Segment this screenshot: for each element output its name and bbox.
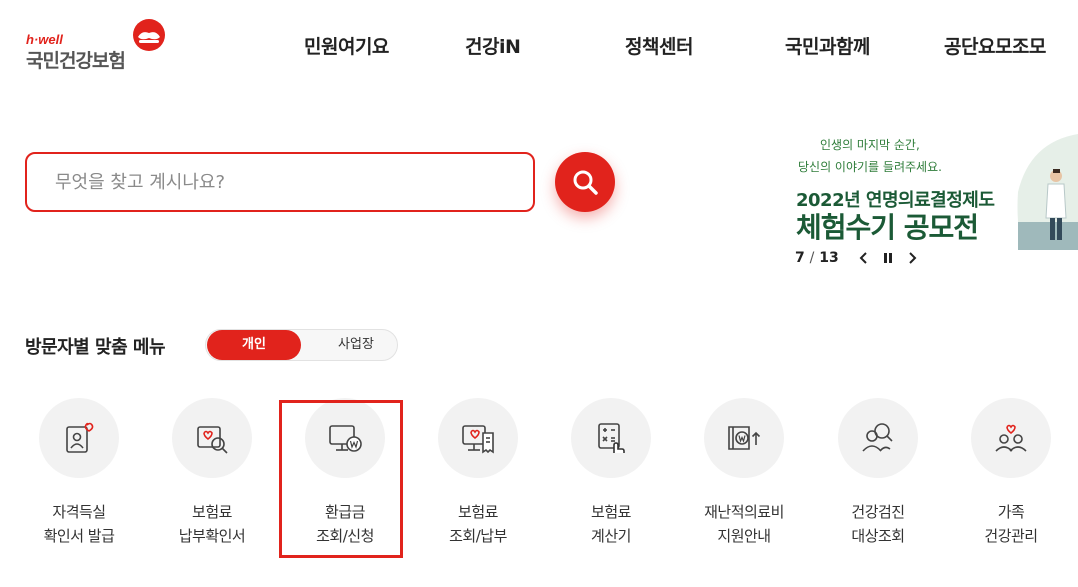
banner-counter: 7 / 13 bbox=[795, 250, 839, 266]
quick-icon-wrap bbox=[838, 398, 918, 478]
search-input[interactable] bbox=[27, 154, 533, 210]
banner-line1: 인생의 마지막 순간, bbox=[820, 138, 920, 152]
quick-label-line2: 계산기 bbox=[591, 527, 631, 545]
main-nav: 민원여기요 건강iN 정책센터 국민과함께 공단요모조모 bbox=[0, 32, 1078, 62]
calculator-icon bbox=[598, 423, 625, 453]
visitor-type-toggle: 개인 사업장 bbox=[205, 329, 398, 361]
nav-item-policy[interactable]: 정책센터 bbox=[625, 32, 693, 59]
quick-label-line2: 조회/납부 bbox=[449, 527, 507, 545]
quick-label-line1: 보험료 bbox=[192, 503, 232, 521]
quick-label-line2: 건강관리 bbox=[984, 527, 1038, 545]
banner-pager: 7 / 13 bbox=[795, 248, 927, 268]
nav-item-about[interactable]: 공단요모조모 bbox=[944, 32, 1046, 59]
toggle-personal[interactable]: 개인 bbox=[207, 330, 301, 360]
toggle-business[interactable]: 사업장 bbox=[316, 330, 396, 360]
quick-label-line2: 납부확인서 bbox=[178, 527, 246, 545]
people-search-icon bbox=[862, 423, 893, 452]
pause-icon bbox=[883, 253, 892, 263]
quick-label-line1: 자격득실 bbox=[52, 503, 106, 521]
quick-label-line1: 보험료 bbox=[458, 503, 498, 521]
banner-title2: 체험수기 공모전 bbox=[796, 211, 979, 244]
won-support-icon bbox=[728, 426, 761, 450]
banner-separator: / bbox=[809, 250, 815, 266]
quick-label-line1: 보험료 bbox=[591, 503, 631, 521]
chevron-left-icon bbox=[859, 252, 867, 264]
quick-label-line1: 재난적의료비 bbox=[704, 503, 784, 521]
quick-icon-wrap bbox=[172, 398, 252, 478]
nav-item-together[interactable]: 국민과함께 bbox=[785, 32, 870, 59]
search-button[interactable] bbox=[555, 152, 615, 212]
chevron-right-icon bbox=[908, 252, 917, 264]
quick-icon-wrap bbox=[971, 398, 1051, 478]
quick-icon-wrap bbox=[704, 398, 784, 478]
quick-label-line2: 대상조회 bbox=[851, 527, 905, 545]
custom-menu-title: 방문자별 맞춤 메뉴 bbox=[25, 337, 166, 358]
quick-label-line1: 건강검진 bbox=[851, 503, 905, 521]
banner-pause-button[interactable] bbox=[879, 249, 897, 267]
quick-label-line2: 확인서 발급 bbox=[43, 527, 115, 545]
monitor-receipt-icon bbox=[462, 425, 494, 454]
quick-icon-wrap bbox=[39, 398, 119, 478]
quick-label-line2: 지원안내 bbox=[717, 527, 771, 545]
document-search-icon bbox=[197, 426, 228, 454]
family-heart-icon bbox=[995, 424, 1027, 452]
banner-line2: 당신의 이야기를 들려주세요. bbox=[798, 160, 942, 174]
banner-next-button[interactable] bbox=[903, 249, 921, 267]
doctor-illustration-icon bbox=[1017, 134, 1078, 250]
quick-icon-wrap bbox=[571, 398, 651, 478]
banner-prev-button[interactable] bbox=[855, 249, 873, 267]
nav-item-health-in[interactable]: 건강iN bbox=[465, 32, 521, 59]
banner-total: 13 bbox=[819, 250, 839, 266]
search-box bbox=[25, 152, 535, 212]
banner-current: 7 bbox=[795, 250, 805, 266]
nav-item-civil[interactable]: 민원여기요 bbox=[304, 32, 389, 59]
search-icon bbox=[573, 170, 598, 195]
selection-highlight-box bbox=[279, 400, 403, 558]
quick-icon-wrap bbox=[438, 398, 518, 478]
certificate-person-icon bbox=[66, 422, 94, 453]
quick-label-line1: 가족 bbox=[997, 503, 1025, 521]
